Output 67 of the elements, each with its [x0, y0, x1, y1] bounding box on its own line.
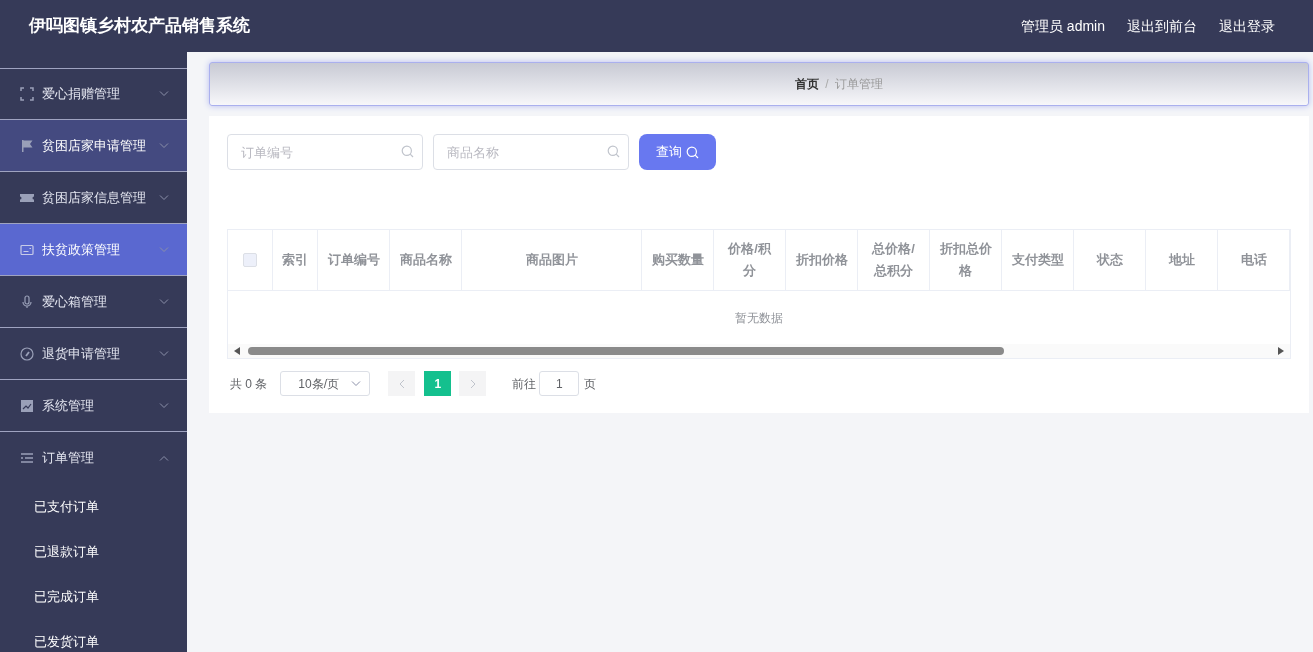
chevron-down-icon	[159, 402, 169, 409]
chevron-down-icon	[351, 380, 362, 387]
search-field[interactable]: 商品名称	[433, 134, 629, 170]
frame-icon	[20, 87, 34, 101]
column-header: 折扣总价格	[930, 230, 1002, 290]
sidebar-item[interactable]: 系统管理	[0, 380, 187, 432]
breadcrumb-item: 订单管理	[834, 76, 883, 93]
search-field[interactable]: 订单编号	[227, 134, 423, 170]
column-header: 商品名称	[390, 230, 462, 290]
chevron-down-icon	[159, 142, 169, 149]
chevron-up-icon	[159, 455, 169, 461]
column-header: 折扣价格	[786, 230, 858, 290]
query-button[interactable]: 查询	[639, 134, 716, 170]
prev-page-button[interactable]	[388, 371, 416, 396]
header-link[interactable]: 管理员 admin	[1020, 15, 1105, 37]
chevron-right-icon	[469, 378, 476, 389]
sidebar-item[interactable]: 退货申请管理	[0, 328, 187, 380]
column-header: 地址	[1146, 230, 1218, 290]
next-page-button[interactable]	[459, 371, 487, 396]
search-icon	[401, 145, 414, 158]
chevron-down-icon	[159, 246, 169, 253]
chevron-down-icon	[159, 91, 169, 97]
submenu-item[interactable]: 已发货订单	[0, 619, 187, 652]
chevron-down-icon	[159, 194, 169, 201]
page-size-select[interactable]: 10条/页	[280, 371, 371, 396]
sidebar-item[interactable]: 扶贫政策管理	[0, 224, 187, 276]
scroll-right-icon[interactable]	[1278, 347, 1284, 355]
column-header: 订单编号	[318, 230, 390, 290]
select-all-checkbox[interactable]	[243, 253, 257, 267]
microphone-icon	[20, 294, 34, 309]
breadcrumb-item[interactable]: 首页	[795, 75, 820, 93]
chart-icon	[20, 398, 34, 413]
search-icon	[686, 145, 699, 159]
submenu-item[interactable]: 已退款订单	[0, 529, 187, 574]
column-header: 总价格/总积分	[858, 230, 930, 290]
submenu-item[interactable]: 已完成订单	[0, 574, 187, 619]
submenu-item[interactable]: 已支付订单	[0, 484, 187, 529]
sidebar-item[interactable]: 爱心箱管理	[0, 276, 187, 328]
compass-icon	[20, 346, 34, 361]
column-header: 支付类型	[1002, 230, 1074, 290]
app-title: 伊吗图镇乡村农产品销售系统	[29, 15, 250, 38]
header-link[interactable]: 退出登录	[1219, 15, 1275, 37]
column-header: 价格/积分	[714, 230, 786, 290]
goto-page-field[interactable]: 1	[539, 371, 580, 396]
column-header: 索引	[273, 230, 318, 290]
card-icon	[20, 242, 34, 257]
column-header: 购买数量	[642, 230, 714, 290]
sidebar-item[interactable]: 贫困店家申请管理	[0, 120, 187, 172]
search-icon	[607, 145, 620, 158]
sidebar-item[interactable]: 订单管理	[0, 432, 187, 484]
empty-text: 暂无数据	[735, 309, 783, 327]
column-header: 商品图片	[462, 230, 642, 290]
horizontal-scrollbar[interactable]	[228, 344, 1290, 358]
scroll-left-icon[interactable]	[234, 347, 240, 355]
column-header: 电话	[1218, 230, 1290, 290]
goto-label: 前往	[512, 375, 537, 393]
chevron-down-icon	[159, 298, 169, 305]
header-link[interactable]: 退出到前台	[1127, 15, 1197, 37]
breadcrumb-separator: /	[825, 76, 829, 93]
chevron-down-icon	[159, 350, 169, 357]
scrollbar-thumb[interactable]	[248, 347, 1005, 355]
column-header: 状态	[1074, 230, 1146, 290]
goto-suffix: 页	[584, 375, 597, 393]
flag-icon	[20, 138, 34, 153]
total-count: 共 0 条	[230, 375, 268, 393]
list-icon	[20, 451, 34, 465]
chevron-left-icon	[398, 378, 405, 389]
